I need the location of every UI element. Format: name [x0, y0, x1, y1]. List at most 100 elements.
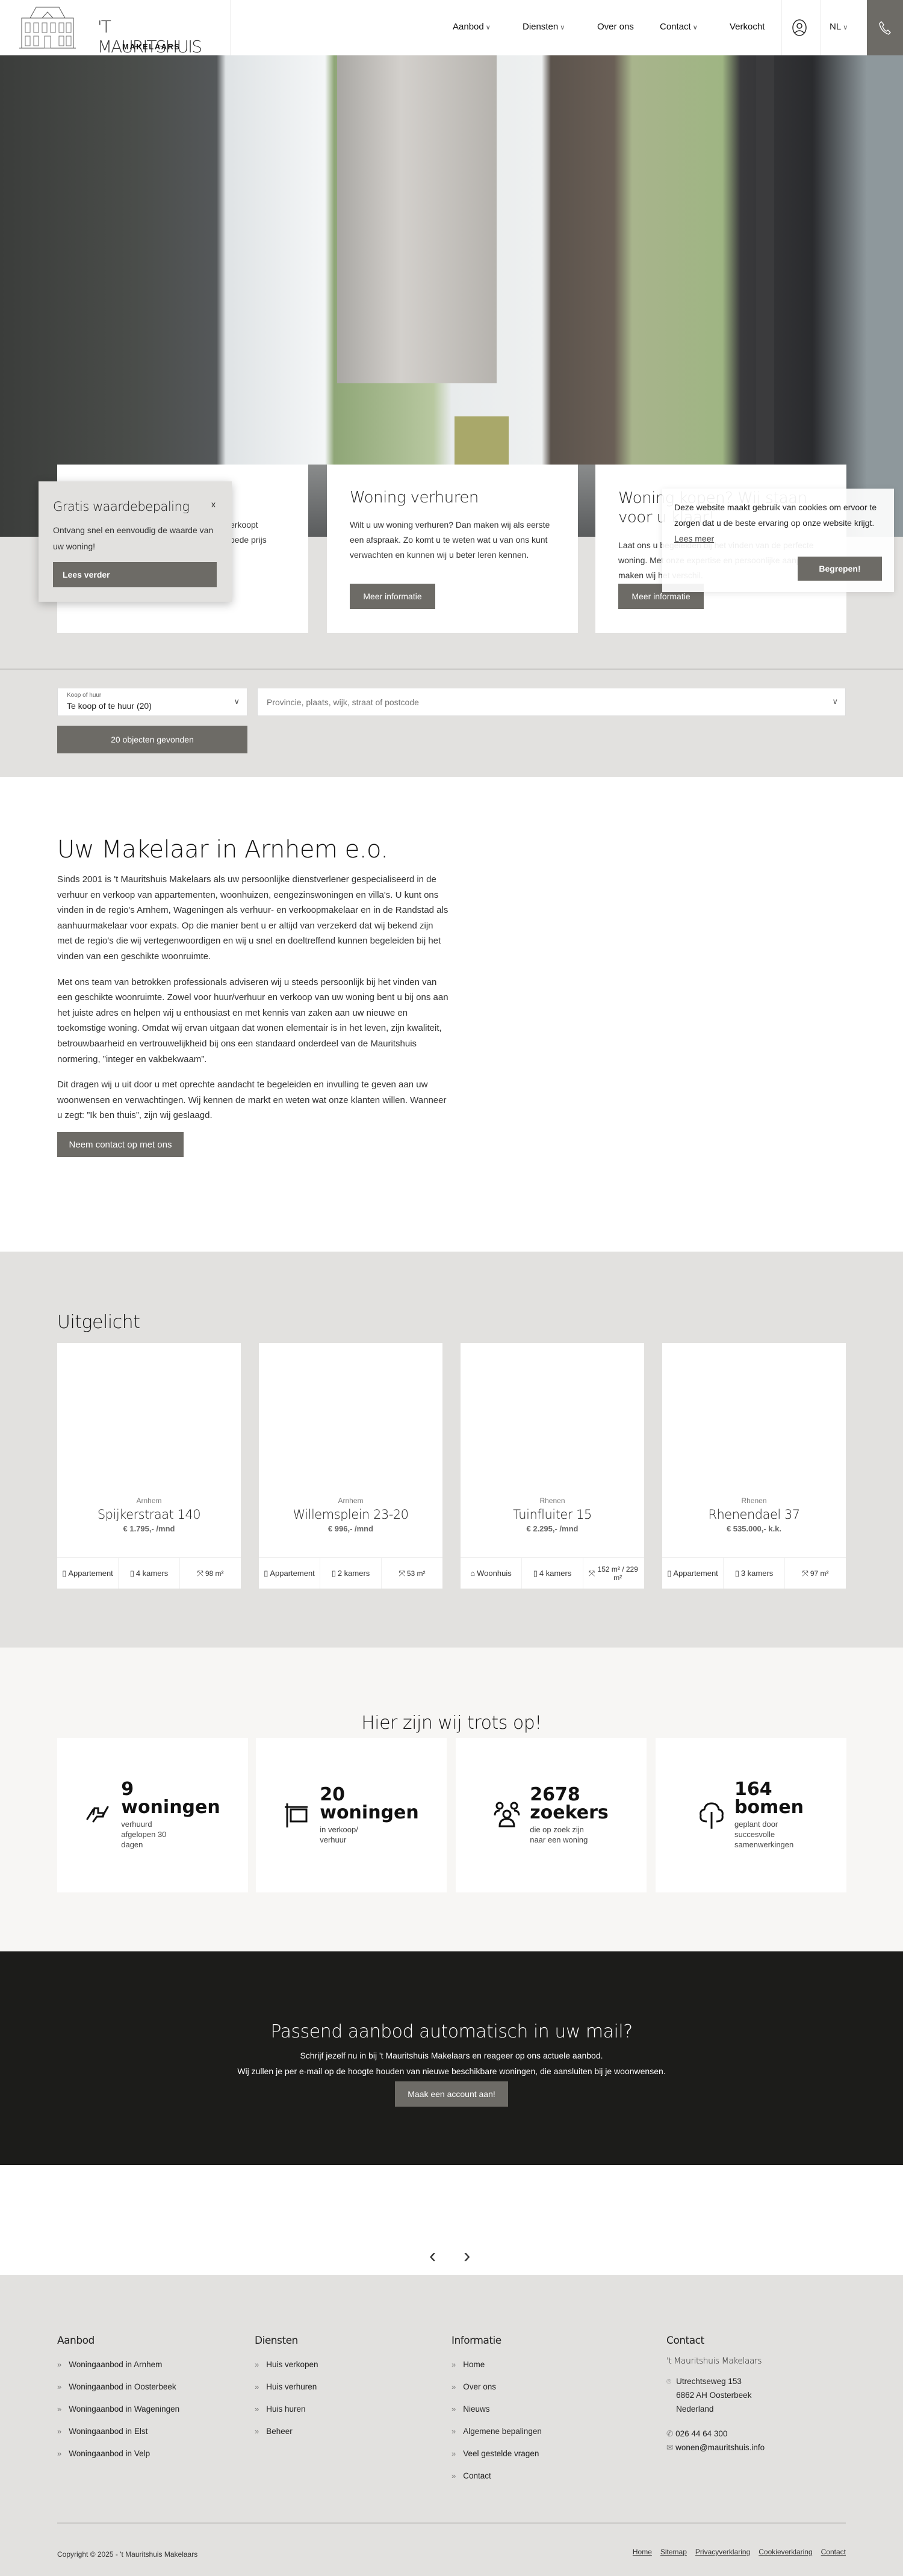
tree-icon — [700, 1802, 724, 1829]
phone-icon — [879, 20, 891, 35]
footer-link[interactable]: » Woningaanbod in Velp — [57, 2449, 179, 2471]
valuation-popup: Gratis waardebepaling x Ontvang snel en … — [39, 481, 232, 602]
footer-link[interactable]: » Huis verkopen — [255, 2360, 318, 2382]
results-button[interactable]: 20 objecten gevonden — [57, 726, 247, 753]
stat-unit: bomen — [734, 1797, 804, 1818]
footer-link[interactable]: » Woningaanbod in Elst — [57, 2427, 179, 2449]
nav-over-ons[interactable]: Over ons — [597, 22, 634, 32]
footer-link-label: Huis verhuren — [266, 2382, 317, 2391]
stat-number: 164 — [734, 1779, 772, 1800]
footer-link-label: Woningaanbod in Arnhem — [69, 2360, 163, 2369]
listing-area: ⤧ 97 m² — [785, 1558, 846, 1589]
listing-features: ⌂ Woonhuis ▯ 4 kamers ⤧ 152 m² / 229 m² — [461, 1557, 644, 1589]
rooms-label: 4 kamers — [135, 1569, 169, 1578]
footer-legal-link[interactable]: Contact — [821, 2548, 846, 2556]
contact-button[interactable]: Neem contact op met ons — [57, 1132, 184, 1157]
footer-link[interactable]: » Woningaanbod in Wageningen — [57, 2405, 179, 2427]
double-chevron-right-icon: » — [452, 2427, 456, 2436]
cookie-accept-button[interactable]: Begrepen! — [798, 557, 882, 581]
card-text-fragment: erkoopt — [230, 520, 258, 530]
footer-link[interactable]: » Woningaanbod in Arnhem — [57, 2360, 179, 2382]
listing-info: Rhenen Rhenendael 37 € 535.000,- k.k. — [662, 1496, 846, 1533]
footer-link[interactable]: » Over ons — [452, 2382, 542, 2405]
apartment-icon: ▯ — [264, 1568, 268, 1578]
rent-info-button[interactable]: Meer informatie — [350, 584, 435, 609]
listing-info: Arnhem Spijkerstraat 140 € 1.795,- /mnd — [57, 1496, 241, 1533]
listing-card[interactable]: Rhenen Rhenendael 37 € 535.000,- k.k. ▯ A… — [662, 1343, 846, 1589]
footer-link[interactable]: » Woningaanbod in Oosterbeek — [57, 2382, 179, 2405]
footer-legal-link[interactable]: Cookieverklaring — [759, 2548, 812, 2556]
listing-card[interactable]: Arnhem Willemsplein 23-20 € 996,- /mnd ▯… — [259, 1343, 442, 1589]
listing-card[interactable]: Rhenen Tuinfluiter 15 € 2.295,- /mnd ⌂ Wo… — [461, 1343, 644, 1589]
footer-divider — [57, 2522, 846, 2524]
chevron-down-icon: ∨ — [843, 24, 848, 31]
stat-unit: woningen — [320, 1802, 419, 1823]
cta-section: Passend aanbod automatisch in uw mail? S… — [0, 1951, 903, 2165]
type-label: Appartement — [270, 1569, 315, 1578]
sign-icon — [285, 1803, 308, 1827]
footer-link[interactable]: » Veel gestelde vragen — [452, 2449, 542, 2471]
stat-card: 164 bomen geplant door succesvolle samen… — [656, 1738, 846, 1892]
listing-area: ⤧ 152 m² / 229 m² — [583, 1558, 644, 1589]
cookie-read-more-link[interactable]: Lees meer — [674, 534, 714, 543]
create-account-button[interactable]: Maak een account aan! — [395, 2081, 508, 2107]
footer-link[interactable]: » Algemene bepalingen — [452, 2427, 542, 2449]
listing-rooms: ▯ 4 kamers — [522, 1558, 583, 1589]
footer-link-label: Contact — [463, 2471, 491, 2480]
cta-line: Schrijf jezelf nu in bij 't Mauritshuis … — [300, 2051, 603, 2060]
email-link[interactable]: ✉ wonen@mauritshuis.info — [666, 2441, 765, 2454]
address-country: Nederland — [676, 2405, 714, 2414]
footer-link[interactable]: » Huis huren — [255, 2405, 318, 2427]
nav-verkocht[interactable]: Verkocht — [730, 22, 765, 32]
cookie-text: Deze website maakt gebruik van cookies o… — [674, 499, 888, 546]
listing-type: ▯ Appartement — [259, 1558, 320, 1589]
carousel-next-button[interactable]: › — [464, 2244, 470, 2268]
footer-legal-link[interactable]: Sitemap — [660, 2548, 687, 2556]
address-street: Utrechtseweg 153 — [676, 2377, 742, 2386]
location-input-wrap: ∨ — [257, 688, 846, 716]
copyright: Copyright © 2025 - 't Mauritshuis Makela… — [57, 2550, 198, 2559]
nav-aanbod[interactable]: Aanbod ∨ — [453, 22, 491, 32]
double-chevron-right-icon: » — [57, 2427, 62, 2436]
footer-link[interactable]: » Contact — [452, 2471, 542, 2494]
logo[interactable]: 't Mauritshuis MAKELAARS — [18, 5, 217, 57]
phone-button[interactable] — [867, 0, 903, 55]
cookie-banner: Deze website maakt gebruik van cookies o… — [662, 489, 894, 592]
listing-street: Rhenendael 37 — [708, 1507, 800, 1522]
nav-label: Verkocht — [730, 22, 765, 32]
close-icon[interactable]: x — [211, 499, 216, 509]
stat-text: 9 woningen verhuurd afgelopen 30 dagen — [121, 1781, 220, 1850]
expand-icon: ⤧ — [802, 1568, 808, 1578]
stat-number: 20 — [320, 1784, 345, 1805]
listing-city: Arnhem — [136, 1496, 162, 1505]
footer-link[interactable]: » Huis verhuren — [255, 2382, 318, 2405]
language-select[interactable]: NL ∨ — [830, 22, 848, 32]
listing-card[interactable]: Arnhem Spijkerstraat 140 € 1.795,- /mnd … — [57, 1343, 241, 1589]
stat-description: geplant door succesvolle samenwerkingen — [734, 1820, 794, 1849]
chevron-down-icon: ∨ — [234, 697, 240, 706]
footer-link[interactable]: » Home — [452, 2360, 542, 2382]
footer-legal-link[interactable]: Home — [633, 2548, 652, 2556]
footer-legal-link[interactable]: Privacyverklaring — [695, 2548, 750, 2556]
hero-card-rent: Woning verhuren Wilt u uw woning verhure… — [327, 465, 578, 633]
user-circle-icon[interactable] — [792, 19, 807, 36]
double-chevron-right-icon: » — [57, 2382, 62, 2391]
nav-diensten[interactable]: Diensten ∨ — [523, 22, 565, 32]
people-icon — [494, 1802, 520, 1827]
read-more-button[interactable]: Lees verder — [53, 562, 217, 587]
buy-rent-select[interactable]: Koop of huur Te koop of te huur (20) ∨ — [57, 688, 247, 716]
footer-link[interactable]: » Nieuws — [452, 2405, 542, 2427]
footer-link[interactable]: » Beheer — [255, 2427, 318, 2449]
location-input[interactable] — [258, 688, 845, 715]
carousel-prev-button[interactable]: ‹ — [429, 2244, 436, 2268]
carousel-section: ‹ › — [0, 2165, 903, 2275]
apartment-icon: ▯ — [62, 1568, 67, 1578]
footer-link-label: Beheer — [266, 2427, 293, 2436]
phone-link[interactable]: ✆ 026 44 64 300 — [666, 2427, 765, 2441]
stat-card: 2678 zoekers die op zoek zijn naar een w… — [456, 1738, 647, 1892]
nav-contact[interactable]: Contact ∨ — [660, 22, 698, 32]
listing-area: ⤧ 53 m² — [382, 1558, 442, 1589]
listing-city: Arnhem — [338, 1496, 364, 1505]
card-text-fragment: oede prijs — [230, 535, 267, 545]
listing-features: ▯ Appartement ▯ 2 kamers ⤧ 53 m² — [259, 1557, 442, 1589]
